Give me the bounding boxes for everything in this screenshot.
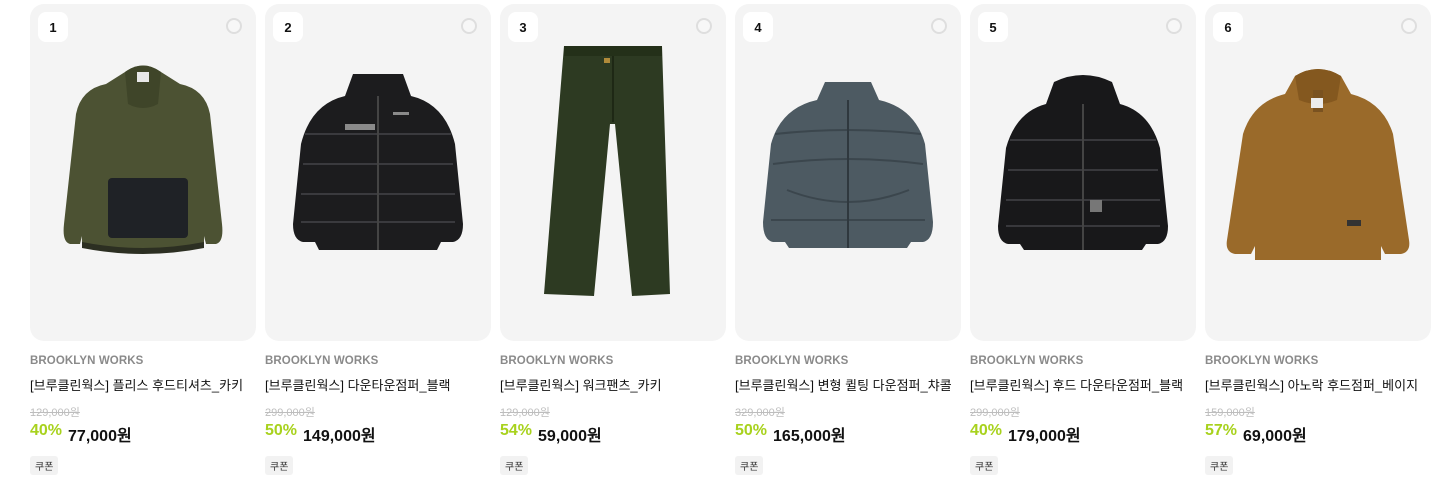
- black-hooded-puffer-jacket-icon: [998, 75, 1168, 250]
- sale-price: 77,000원: [68, 428, 132, 445]
- discount-rate: 50%: [265, 422, 298, 439]
- rank-badge: 4: [743, 12, 773, 42]
- product-image[interactable]: 5: [970, 4, 1196, 341]
- price-row: 50% 165,000원: [735, 422, 961, 446]
- coupon-badge: 쿠폰: [265, 456, 294, 475]
- product-title[interactable]: [브루클린웍스] 후드 다운타운점퍼_블랙: [970, 375, 1196, 394]
- product-title[interactable]: [브루클린웍스] 변형 퀼팅 다운점퍼_챠콜: [735, 375, 961, 394]
- discount-rate: 57%: [1205, 422, 1238, 439]
- coupon-badge: 쿠폰: [30, 456, 59, 475]
- product-image[interactable]: 6: [1205, 4, 1431, 341]
- select-checkbox-icon[interactable]: [226, 18, 242, 34]
- sale-price: 149,000원: [303, 428, 376, 445]
- select-checkbox-icon[interactable]: [461, 18, 477, 34]
- brand-name[interactable]: BROOKLYN WORKS: [265, 355, 491, 367]
- select-checkbox-icon[interactable]: [1166, 18, 1182, 34]
- coupon-badge: 쿠폰: [970, 456, 999, 475]
- product-card[interactable]: 3 BROOKLYN WORKS [브루클린웍스] 워크팬츠_카키 129,00…: [500, 4, 726, 475]
- price-row: 54% 59,000원: [500, 422, 726, 446]
- original-price: 299,000원: [970, 407, 1020, 419]
- charcoal-quilted-down-jacket-icon: [763, 82, 933, 248]
- price-row: 50% 149,000원: [265, 422, 491, 446]
- rank-badge: 3: [508, 12, 538, 42]
- price-row: 57% 69,000원: [1205, 422, 1431, 446]
- coupon-badge: 쿠폰: [735, 456, 764, 475]
- original-price: 129,000원: [500, 407, 550, 419]
- discount-rate: 54%: [500, 422, 533, 439]
- khaki-work-pants-icon: [544, 46, 670, 296]
- discount-rate: 50%: [735, 422, 768, 439]
- brand-name[interactable]: BROOKLYN WORKS: [735, 355, 961, 367]
- brand-name[interactable]: BROOKLYN WORKS: [1205, 355, 1431, 367]
- rank-badge: 2: [273, 12, 303, 42]
- product-image[interactable]: 1: [30, 4, 256, 341]
- product-image[interactable]: 3: [500, 4, 726, 341]
- sale-price: 69,000원: [1243, 428, 1307, 445]
- product-card[interactable]: 5 BROOKLYN WORKS [브루클린웍스] 후드 다운타운점퍼_블랙 2…: [970, 4, 1196, 475]
- product-image[interactable]: 2: [265, 4, 491, 341]
- beige-anorak-hoodie-icon: [1226, 69, 1410, 260]
- product-card[interactable]: 1 BROOKLYN WORKS [브루클린웍스] 플리스 후드티셔츠_카키 1…: [30, 4, 256, 475]
- price-row: 40% 77,000원: [30, 422, 256, 446]
- select-checkbox-icon[interactable]: [696, 18, 712, 34]
- sale-price: 179,000원: [1008, 428, 1081, 445]
- coupon-badge: 쿠폰: [1205, 456, 1234, 475]
- product-image[interactable]: 4: [735, 4, 961, 341]
- rank-badge: 6: [1213, 12, 1243, 42]
- original-price: 299,000원: [265, 407, 315, 419]
- sale-price: 59,000원: [538, 428, 602, 445]
- black-puffer-jacket-icon: [293, 74, 463, 250]
- coupon-badge: 쿠폰: [500, 456, 529, 475]
- product-title[interactable]: [브루클린웍스] 아노락 후드점퍼_베이지: [1205, 375, 1431, 394]
- original-price: 159,000원: [1205, 407, 1255, 419]
- select-checkbox-icon[interactable]: [1401, 18, 1417, 34]
- price-row: 40% 179,000원: [970, 422, 1196, 446]
- discount-rate: 40%: [30, 422, 63, 439]
- original-price: 329,000원: [735, 407, 785, 419]
- brand-name[interactable]: BROOKLYN WORKS: [970, 355, 1196, 367]
- product-grid: 1 BROOKLYN WORKS [브루클린웍스] 플리스 후드티셔츠_카키 1…: [0, 0, 1439, 492]
- sale-price: 165,000원: [773, 428, 846, 445]
- product-title[interactable]: [브루클린웍스] 플리스 후드티셔츠_카키: [30, 375, 256, 394]
- product-card[interactable]: 2 BROOKLYN WORKS [브루클린웍스] 다운타운점퍼_블랙 299,…: [265, 4, 491, 475]
- khaki-fleece-hoodie-icon: [63, 65, 223, 254]
- rank-badge: 1: [38, 12, 68, 42]
- product-card[interactable]: 6 BROOKLYN WORKS [브루클린웍스] 아노락 후드점퍼_베이지 1…: [1205, 4, 1431, 475]
- select-checkbox-icon[interactable]: [931, 18, 947, 34]
- rank-badge: 5: [978, 12, 1008, 42]
- original-price: 129,000원: [30, 407, 80, 419]
- brand-name[interactable]: BROOKLYN WORKS: [500, 355, 726, 367]
- discount-rate: 40%: [970, 422, 1003, 439]
- brand-name[interactable]: BROOKLYN WORKS: [30, 355, 256, 367]
- product-title[interactable]: [브루클린웍스] 다운타운점퍼_블랙: [265, 375, 491, 394]
- product-card[interactable]: 4 BROOKLYN WORKS [브루클린웍스] 변형 퀼팅 다운점퍼_챠콜 …: [735, 4, 961, 475]
- product-title[interactable]: [브루클린웍스] 워크팬츠_카키: [500, 375, 726, 394]
